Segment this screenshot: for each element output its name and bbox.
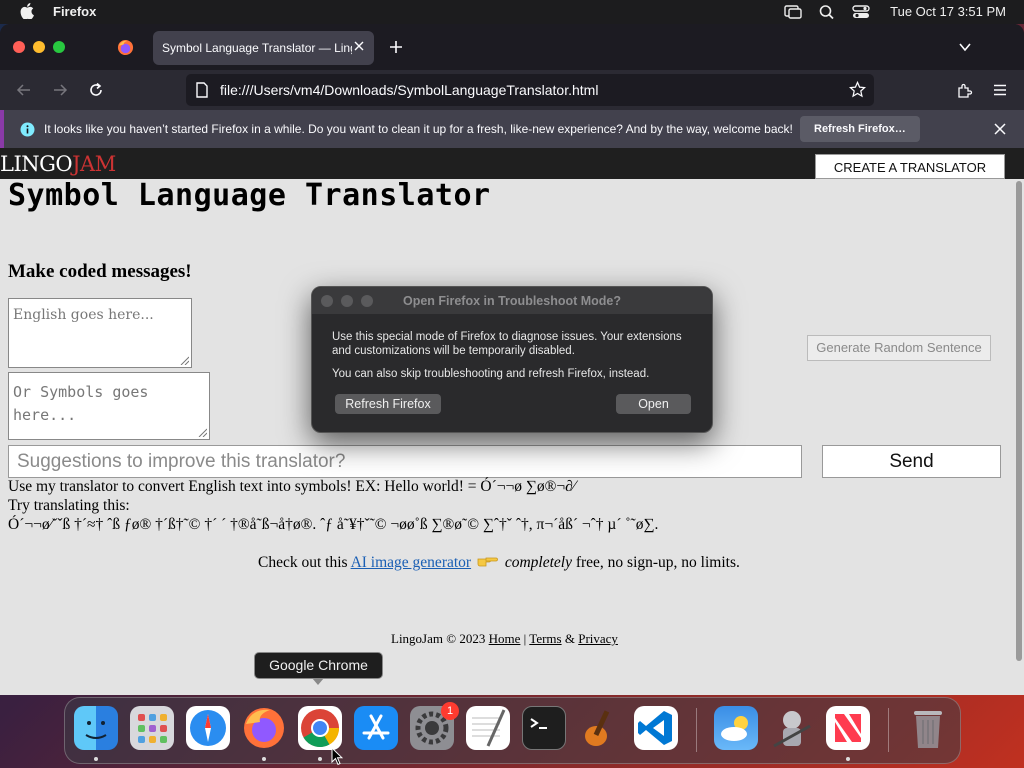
menu-clock[interactable]: Tue Oct 17 3:51 PM [890, 4, 1006, 19]
forward-arrow-icon[interactable] [52, 82, 68, 98]
extensions-icon[interactable] [956, 82, 973, 99]
lingojam-logo[interactable]: LINGOJAM [0, 152, 116, 176]
dock-separator [888, 708, 889, 752]
send-button[interactable]: Send [822, 445, 1001, 478]
launchpad-icon[interactable] [130, 706, 174, 750]
promo-text-end: free, no sign-up, no limits. [571, 554, 740, 571]
promo-text: Check out this [258, 554, 351, 571]
page-icon [196, 82, 208, 98]
chevron-down-icon[interactable] [958, 40, 972, 54]
troubleshoot-dialog: Open Firefox in Troubleshoot Mode? Use t… [311, 286, 713, 433]
control-center-icon[interactable] [852, 4, 870, 20]
logo-text-lingo: LINGO [0, 152, 73, 176]
window-close-button[interactable] [13, 41, 25, 53]
plus-icon[interactable] [388, 39, 404, 55]
refresh-firefox-button[interactable]: Refresh Firefox… [800, 116, 920, 142]
notification-bar: It looks like you haven’t started Firefo… [0, 110, 1024, 148]
notification-text: It looks like you haven’t started Firefo… [44, 122, 793, 136]
chrome-icon[interactable] [298, 706, 342, 750]
firefox-view-icon[interactable] [117, 39, 134, 56]
back-arrow-icon[interactable] [16, 82, 32, 98]
promo-emphasis: completely [504, 554, 572, 571]
symbols-input[interactable]: Or Symbols goes here... [8, 372, 210, 440]
close-icon[interactable] [994, 123, 1006, 135]
footer-home-link[interactable]: Home [489, 631, 521, 646]
open-button[interactable]: Open [616, 394, 691, 414]
dock-separator [696, 708, 697, 752]
tooltip-arrow [312, 678, 324, 685]
pointing-hand-icon [477, 557, 498, 567]
dock [64, 697, 961, 764]
notification-badge: 1 [441, 702, 459, 720]
finder-icon[interactable] [74, 706, 118, 750]
safari-icon[interactable] [186, 706, 230, 750]
window-maximize-button[interactable] [53, 41, 65, 53]
menu-app-name[interactable]: Firefox [53, 4, 96, 19]
footer-terms-link[interactable]: Terms [529, 631, 561, 646]
dock-tooltip: Google Chrome [254, 652, 383, 679]
suggestion-input[interactable]: Suggestions to improve this translator? [8, 445, 802, 478]
symbols-placeholder: Or Symbols goes here... [13, 383, 149, 424]
search-icon[interactable] [818, 4, 836, 20]
menu-bar: Firefox Tue Oct 17 3:51 PM [0, 0, 1024, 24]
create-translator-button[interactable]: CREATE A TRANSLATOR [815, 154, 1005, 179]
url-bar[interactable]: file:///Users/vm4/Downloads/SymbolLangua… [186, 74, 874, 106]
page-subtitle: Make coded messages! [8, 261, 192, 282]
footer-copyright: LingoJam © 2023 [391, 631, 489, 646]
nav-bar: file:///Users/vm4/Downloads/SymbolLangua… [0, 70, 1024, 110]
finder-running-indicator [94, 757, 98, 761]
footer-ampersand: & [561, 631, 579, 646]
try-label: Try translating this: [8, 497, 130, 514]
dialog-title: Open Firefox in Troubleshoot Mode? [402, 294, 622, 308]
menu-icon[interactable] [992, 82, 1008, 98]
scrollbar-thumb[interactable] [1016, 181, 1022, 661]
refresh-firefox-button[interactable]: Refresh Firefox [335, 394, 441, 414]
page-title: Symbol Language Translator [8, 178, 491, 213]
footer-separator: | [520, 631, 530, 646]
textedit-icon[interactable] [466, 706, 510, 750]
trash-icon[interactable] [906, 706, 950, 750]
english-placeholder: English goes here... [13, 307, 154, 323]
try-symbols-text: Ó´¬¬ø⁄˘ˇß †´≈† ˆß ƒø® †´ß†˜© †´ ´ †®å˜ß¬… [8, 516, 659, 533]
garageband-icon[interactable] [578, 706, 622, 750]
terminal-icon[interactable] [522, 706, 566, 750]
tab-strip: Symbol Language Translator — LingoJam [0, 24, 1024, 70]
dialog-message-secondary: You can also skip troubleshooting and re… [332, 368, 650, 380]
tab-title: Symbol Language Translator — LingoJam [162, 41, 352, 55]
window-minimize-button[interactable] [33, 41, 45, 53]
tab-active[interactable]: Symbol Language Translator — LingoJam [153, 31, 374, 65]
dialog-message: Use this special mode of Firefox to diag… [332, 331, 682, 357]
star-icon[interactable] [849, 81, 866, 98]
reload-icon[interactable] [88, 82, 104, 98]
display-icon[interactable] [784, 4, 802, 20]
chrome-running-indicator [318, 757, 322, 761]
news-running-indicator [846, 757, 850, 761]
vscode-icon[interactable] [634, 706, 678, 750]
usage-text: Use my translator to convert English tex… [8, 478, 576, 495]
ai-image-generator-link[interactable]: AI image generator [351, 554, 472, 571]
mouse-cursor-icon [331, 747, 343, 766]
news-icon[interactable] [826, 706, 870, 750]
scrollbar[interactable] [1014, 179, 1024, 695]
resize-grip-icon[interactable] [179, 355, 189, 365]
site-header: LINGOJAM CREATE A TRANSLATOR [0, 148, 1024, 179]
resize-grip-icon[interactable] [197, 427, 207, 437]
automator-icon[interactable] [770, 706, 814, 750]
firefox-running-indicator [262, 757, 266, 761]
promo-line: Check out this AI image generator comple… [258, 554, 740, 572]
close-icon[interactable] [352, 39, 366, 53]
logo-text-jam: JAM [72, 152, 116, 176]
url-text[interactable]: file:///Users/vm4/Downloads/SymbolLangua… [220, 82, 598, 98]
apple-icon[interactable] [20, 3, 34, 19]
weather-icon[interactable] [714, 706, 758, 750]
firefox-icon[interactable] [242, 706, 286, 750]
info-icon [20, 122, 35, 137]
footer-privacy-link[interactable]: Privacy [578, 631, 618, 646]
english-input[interactable]: English goes here... [8, 298, 192, 368]
status-icons [784, 4, 870, 20]
app-store-icon[interactable] [354, 706, 398, 750]
dialog-titlebar: Open Firefox in Troubleshoot Mode? [312, 287, 712, 314]
footer: LingoJam © 2023 Home | Terms & Privacy [391, 631, 618, 647]
generate-random-sentence-button[interactable]: Generate Random Sentence [807, 335, 991, 361]
